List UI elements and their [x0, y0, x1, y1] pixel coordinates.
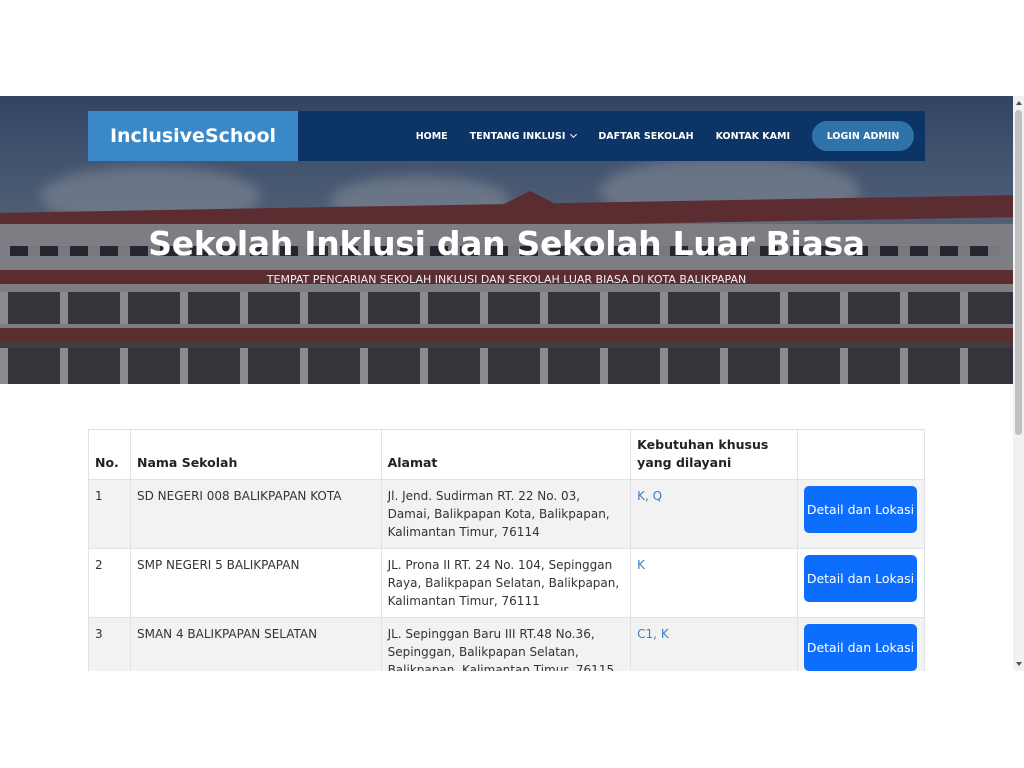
browser-viewport: InclusiveSchool HOME TENTANG INKLUSI DAF…	[0, 96, 1024, 671]
cell-needs: C1, K	[630, 617, 798, 671]
cell-no: 2	[88, 548, 131, 618]
nav-daftar-sekolah[interactable]: DAFTAR SEKOLAH	[598, 131, 693, 142]
header-address: Alamat	[380, 429, 632, 480]
detail-location-button[interactable]: Detail dan Lokasi	[803, 486, 917, 533]
cell-needs: K	[630, 548, 798, 618]
cell-name: SMAN 4 BALIKPAPAN SELATAN	[129, 617, 382, 671]
nav-kontak-kami[interactable]: KONTAK KAMI	[716, 131, 790, 142]
cell-action: Detail dan Lokasi	[796, 548, 926, 618]
header-no: No.	[88, 429, 131, 480]
scroll-down-arrow-icon[interactable]	[1016, 662, 1022, 666]
cell-action: Detail dan Lokasi	[796, 479, 926, 549]
vertical-scrollbar[interactable]	[1013, 96, 1024, 671]
needs-link[interactable]: K, Q	[637, 489, 662, 503]
table-header-row: No. Nama Sekolah Alamat Kebutuhan khusus…	[88, 429, 926, 480]
detail-location-button[interactable]: Detail dan Lokasi	[803, 555, 917, 602]
cell-name: SD NEGERI 008 BALIKPAPAN KOTA	[129, 479, 382, 549]
chevron-down-icon	[570, 130, 578, 139]
hero-title: Sekolah Inklusi dan Sekolah Luar Biasa	[148, 224, 865, 263]
page: InclusiveSchool HOME TENTANG INKLUSI DAF…	[0, 96, 1013, 671]
hero-subtitle: TEMPAT PENCARIAN SEKOLAH INKLUSI DAN SEK…	[266, 273, 747, 286]
login-admin-button[interactable]: LOGIN ADMIN	[812, 121, 914, 151]
cell-action: Detail dan Lokasi	[796, 617, 926, 671]
cell-needs: K, Q	[630, 479, 798, 549]
needs-link[interactable]: K	[637, 558, 645, 572]
nav-tentang-inklusi-label: TENTANG INKLUSI	[469, 130, 566, 142]
cell-no: 1	[88, 479, 131, 549]
nav-tentang-inklusi[interactable]: TENTANG INKLUSI	[469, 130, 578, 142]
table-row: 1 SD NEGERI 008 BALIKPAPAN KOTA Jl. Jend…	[88, 479, 926, 549]
scroll-up-arrow-icon[interactable]	[1016, 101, 1022, 105]
brand-logo[interactable]: InclusiveSchool	[88, 111, 298, 161]
school-table: No. Nama Sekolah Alamat Kebutuhan khusus…	[88, 429, 926, 671]
table-row: 3 SMAN 4 BALIKPAPAN SELATAN JL. Sepingga…	[88, 617, 926, 671]
header-action	[796, 429, 926, 480]
header-needs: Kebutuhan khusus yang dilayani	[630, 429, 798, 480]
detail-location-button[interactable]: Detail dan Lokasi	[803, 624, 917, 671]
cell-no: 3	[88, 617, 131, 671]
hero-banner: InclusiveSchool HOME TENTANG INKLUSI DAF…	[0, 96, 1013, 384]
nav-home[interactable]: HOME	[416, 131, 448, 142]
header-name: Nama Sekolah	[129, 429, 382, 480]
needs-link[interactable]: C1, K	[637, 627, 669, 641]
cell-address: JL. Sepinggan Baru III RT.48 No.36, Sepi…	[380, 617, 632, 671]
nav-links: HOME TENTANG INKLUSI DAFTAR SEKOLAH KONT…	[394, 121, 914, 151]
top-navbar: InclusiveSchool HOME TENTANG INKLUSI DAF…	[88, 111, 925, 161]
cell-address: JL. Prona II RT. 24 No. 104, Sepinggan R…	[380, 548, 632, 618]
school-table-container: No. Nama Sekolah Alamat Kebutuhan khusus…	[88, 429, 926, 671]
scrollbar-thumb[interactable]	[1015, 110, 1022, 435]
cell-address: Jl. Jend. Sudirman RT. 22 No. 03, Damai,…	[380, 479, 632, 549]
cell-name: SMP NEGERI 5 BALIKPAPAN	[129, 548, 382, 618]
table-row: 2 SMP NEGERI 5 BALIKPAPAN JL. Prona II R…	[88, 548, 926, 618]
